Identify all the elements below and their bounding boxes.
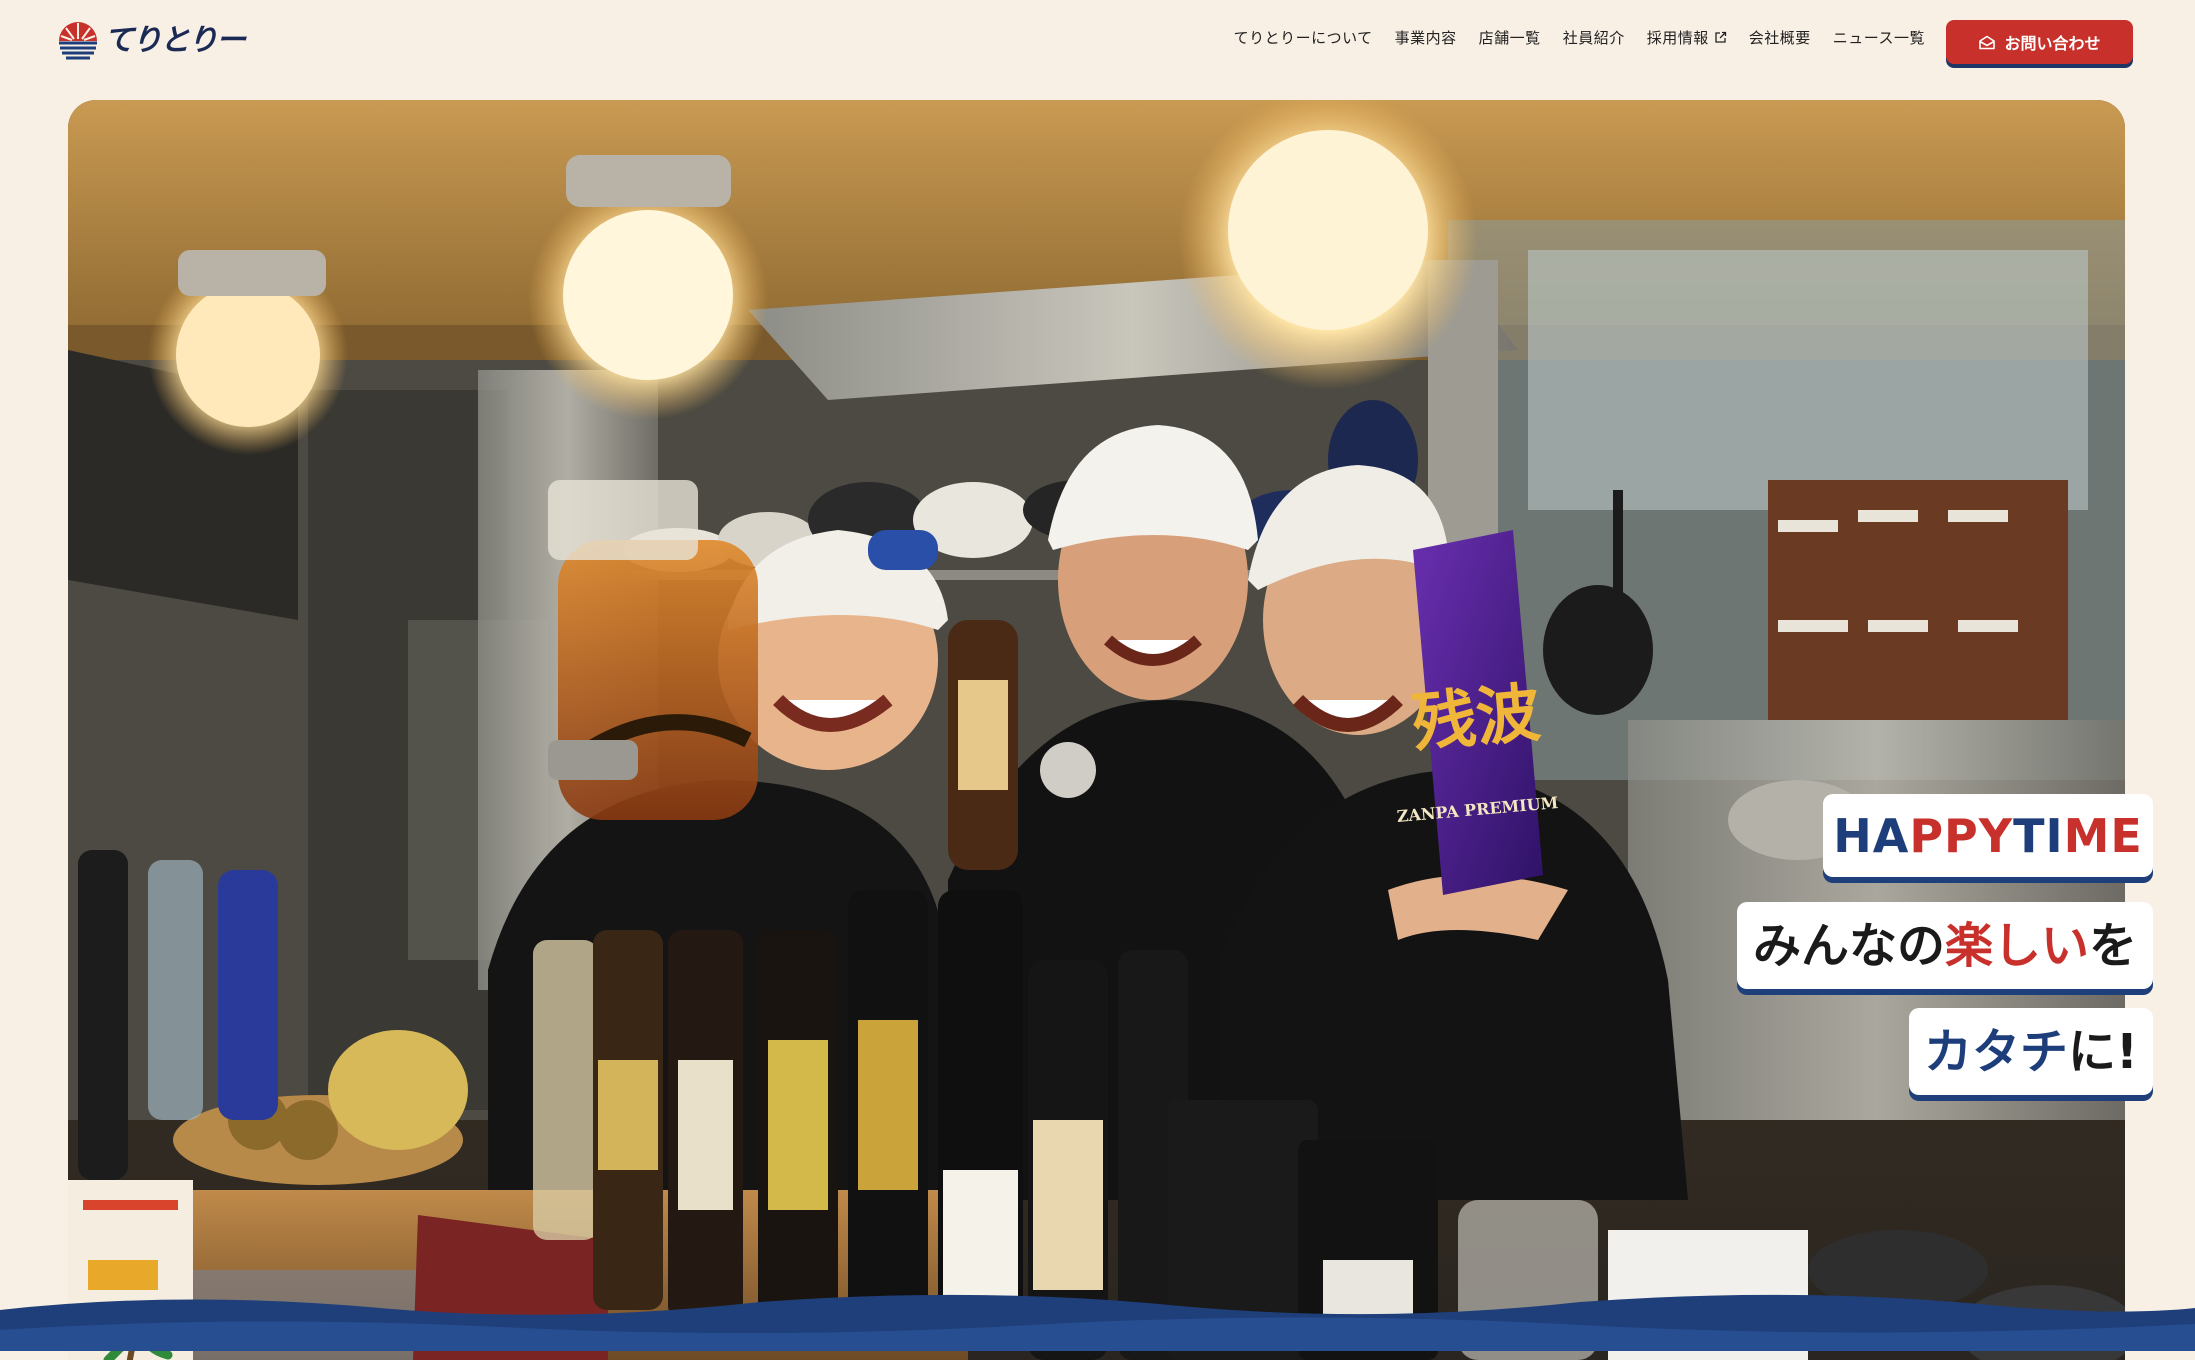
tagline-happy-time: HA PPY TI ME <box>1823 794 2153 877</box>
site-logo[interactable]: てりとりー <box>58 20 246 62</box>
nav-label: 店舗一覧 <box>1478 29 1541 47</box>
nav-item-stores[interactable]: 店舗一覧 <box>1479 27 1541 48</box>
bottom-wave <box>0 1294 2195 1351</box>
nav-label: 会社概要 <box>1748 29 1811 47</box>
nav-label: 社員紹介 <box>1562 29 1625 47</box>
hero-image: 残波 ZANPA PREMIUM <box>68 100 2125 1360</box>
nav-label: 事業内容 <box>1394 29 1457 47</box>
nav-item-company[interactable]: 会社概要 <box>1749 27 1811 48</box>
contact-button[interactable]: お問い合わせ <box>1946 20 2133 64</box>
global-nav: てりとりーについて 事業内容 店舗一覧 社員紹介 採用情報 会社概要 ニュース一… <box>1234 27 1925 48</box>
nav-item-staff[interactable]: 社員紹介 <box>1563 27 1625 48</box>
pineapple <box>328 1030 468 1150</box>
zanpa-kanji: 残波 <box>1409 676 1543 762</box>
logo-sun-icon <box>58 22 98 61</box>
brand-name: てりとりー <box>104 23 246 58</box>
frying-pan <box>1543 585 1653 715</box>
tagline-text: 楽しい <box>1944 917 2089 974</box>
tagline-text: カタチ <box>1924 1023 2069 1080</box>
nav-label: ニュース一覧 <box>1832 29 1925 47</box>
tagline-text: みんなの <box>1752 917 1945 974</box>
nav-label: 採用情報 <box>1646 29 1709 47</box>
tagline-text: に! <box>2068 1023 2138 1080</box>
kitchen-window <box>1528 250 2088 510</box>
izakaya-staff-photo: 残波 ZANPA PREMIUM <box>68 100 2125 1360</box>
contact-label: お問い合わせ <box>2004 36 2101 53</box>
nav-item-business[interactable]: 事業内容 <box>1395 27 1457 48</box>
nav-item-recruit[interactable]: 採用情報 <box>1647 27 1727 48</box>
mail-icon <box>1979 35 1996 49</box>
tagline-text: PPY <box>1909 808 2014 863</box>
nav-item-about[interactable]: てりとりーについて <box>1234 27 1373 48</box>
nav-item-news[interactable]: ニュース一覧 <box>1833 27 1925 48</box>
nav-label: てりとりーについて <box>1233 29 1373 47</box>
tagline-text: TI <box>2013 808 2064 863</box>
tagline-text: HA <box>1833 808 1910 863</box>
tagline-text: ME <box>2063 808 2143 863</box>
site-header: てりとりー てりとりーについて 事業内容 店舗一覧 社員紹介 採用情報 会社概要… <box>0 0 2195 82</box>
tagline-text: を <box>2089 917 2138 974</box>
tagline-minna-no-tanoshii: みんなの 楽しいを <box>1737 902 2153 989</box>
external-link-icon <box>1715 31 1726 43</box>
tagline-katachi-ni: カタチ に! <box>1909 1008 2153 1095</box>
